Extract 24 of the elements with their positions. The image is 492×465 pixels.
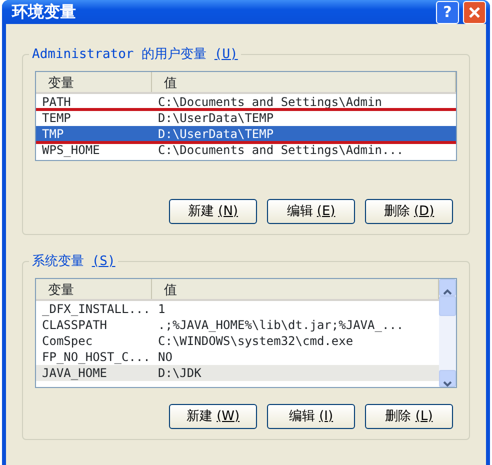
list-row[interactable]: JAVA_HOME D:\JDK <box>36 365 439 381</box>
column-header[interactable]: 变量 <box>36 279 152 299</box>
action-button[interactable]: 删除 (L) <box>365 404 453 429</box>
list-row[interactable]: CLASSPATH .;%JAVA_HOME%\lib\dt.jar;%JAVA_... <box>36 317 439 333</box>
list-row[interactable]: WPS_HOME C:\Documents and Settings\Admin... <box>36 142 456 158</box>
scrollbar[interactable] <box>439 279 456 387</box>
column-header[interactable]: 变量 <box>36 72 152 92</box>
help-button[interactable]: ? <box>436 0 459 24</box>
action-button[interactable]: 新建 (N) <box>169 199 257 224</box>
list-row[interactable]: PATH C:\Documents and Settings\Admin <box>36 94 456 110</box>
list-row[interactable]: ComSpec C:\WINDOWS\system32\cmd.exe <box>36 333 439 349</box>
scroll-thumb[interactable] <box>439 296 456 316</box>
list-row[interactable]: TMP D:\UserData\TEMP <box>36 126 456 142</box>
list-row[interactable]: FP_NO_HOST_C... NO <box>36 349 439 365</box>
action-button[interactable]: 编辑 (E) <box>267 199 355 224</box>
list-row[interactable]: _DFX_INSTALL... 1 <box>36 301 439 317</box>
list-row[interactable]: TEMP D:\UserData\TEMP <box>36 110 456 126</box>
close-icon <box>468 6 481 18</box>
action-button[interactable]: 新建 (W) <box>169 404 257 429</box>
action-button[interactable]: 删除 (D) <box>365 199 453 224</box>
window-title: 环境变量 <box>12 1 76 23</box>
action-button[interactable]: 编辑 (I) <box>267 404 355 429</box>
close-button[interactable] <box>463 0 486 24</box>
column-header[interactable]: 值 <box>152 72 456 92</box>
